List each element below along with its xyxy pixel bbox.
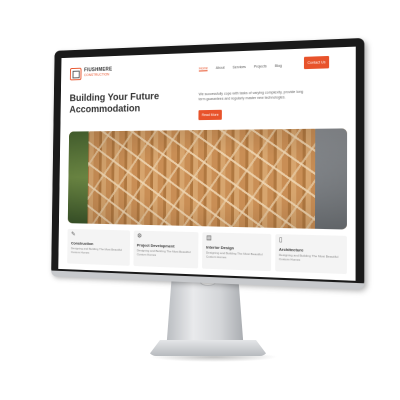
gear-icon: ⚙ bbox=[136, 233, 143, 240]
logo-subtitle: CONSTRUCTION bbox=[84, 72, 110, 78]
hero-title: Building Your Future Accommodation bbox=[69, 91, 179, 117]
hero-image-vignette bbox=[67, 128, 348, 230]
site-header: FIUSHMERE CONSTRUCTION Home About Servic… bbox=[61, 47, 356, 90]
contact-button[interactable]: Contact Us bbox=[303, 55, 330, 70]
service-card-interior-design[interactable]: ▤ Interior Design Designing and Building… bbox=[202, 232, 271, 272]
sofa-icon: ▤ bbox=[206, 235, 212, 242]
construction-icon: ✎ bbox=[71, 231, 76, 238]
service-description: Designing and Building The Most Beautifu… bbox=[70, 246, 123, 255]
monitor-base bbox=[148, 340, 268, 356]
site-logo[interactable]: FIUSHMERE CONSTRUCTION bbox=[69, 64, 180, 81]
read-more-button[interactable]: Read More bbox=[198, 109, 222, 121]
services-row: ✎ Construction Designing and Building Th… bbox=[67, 228, 347, 275]
nav-blog[interactable]: Blog bbox=[275, 64, 282, 69]
main-nav: Home About Services Projects Blog bbox=[198, 64, 282, 72]
nav-services[interactable]: Services bbox=[233, 65, 246, 70]
logo-icon bbox=[69, 67, 82, 81]
nav-about[interactable]: About bbox=[216, 66, 225, 71]
hero-image bbox=[67, 128, 348, 230]
nav-projects[interactable]: Projects bbox=[254, 64, 267, 69]
monitor-screen: FIUSHMERE CONSTRUCTION Home About Servic… bbox=[58, 46, 356, 281]
hero-title-line2: Accommodation bbox=[69, 103, 141, 116]
hero-description: We successfully cope with tasks of varyi… bbox=[198, 89, 304, 102]
service-description: Designing and Building The Most Beautifu… bbox=[278, 252, 339, 262]
service-card-architecture[interactable]: ▯ Architecture Designing and Building Th… bbox=[274, 234, 347, 275]
nav-home[interactable]: Home bbox=[198, 66, 208, 72]
service-description: Designing and Building The Most Beautifu… bbox=[206, 250, 263, 260]
service-card-project-development[interactable]: ⚙ Project Development Designing and Buil… bbox=[132, 230, 199, 269]
door-icon: ▯ bbox=[278, 237, 283, 244]
service-card-construction[interactable]: ✎ Construction Designing and Building Th… bbox=[67, 228, 130, 266]
service-description: Designing and Building The Most Beautifu… bbox=[136, 248, 191, 257]
monitor-bezel: FIUSHMERE CONSTRUCTION Home About Servic… bbox=[51, 37, 365, 290]
